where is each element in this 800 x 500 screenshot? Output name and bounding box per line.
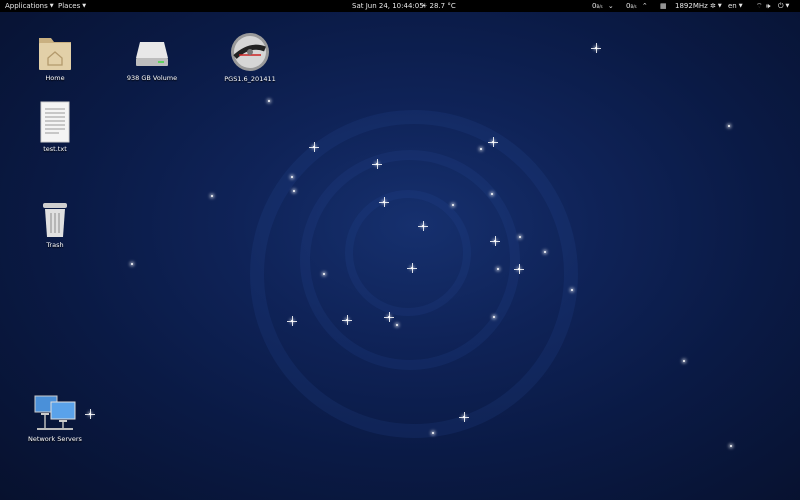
places-menu[interactable]: Places ▼ bbox=[58, 0, 86, 12]
desktop-icon-label: Trash bbox=[46, 241, 64, 249]
arrow-down-icon: ⌄ bbox=[607, 2, 614, 10]
power-menu[interactable]: ⏻ ▼ bbox=[778, 0, 789, 12]
top-panel: Applications ▼ Places ▼ Sat Jun 24, 10:44:… bbox=[0, 0, 800, 12]
places-label: Places bbox=[58, 2, 81, 10]
net-download-indicator[interactable]: 0B/s ⌄ bbox=[592, 0, 614, 13]
weather-temperature: 28.7 °C bbox=[429, 2, 456, 10]
language-selector[interactable]: en ▼ bbox=[728, 0, 743, 12]
drive-icon bbox=[136, 42, 168, 66]
chevron-down-icon: ▼ bbox=[49, 3, 54, 9]
desktop-icon-trash[interactable]: Trash bbox=[23, 201, 87, 249]
clock[interactable]: Sat Jun 24, 10:44:05 bbox=[352, 0, 424, 12]
power-icon: ⏻ bbox=[778, 2, 784, 10]
desktop-icon-label: Network Servers bbox=[28, 435, 82, 443]
chevron-down-icon: ▼ bbox=[717, 3, 722, 9]
chevron-down-icon: ▼ bbox=[82, 3, 87, 9]
arrow-up-icon: ⌃ bbox=[641, 2, 648, 10]
desktop-icon-label: test.txt bbox=[43, 145, 67, 153]
desktop-icon-label: Home bbox=[45, 74, 65, 82]
cpu-frequency-indicator[interactable]: 1892MHz ✲ ▼ bbox=[675, 0, 722, 12]
desktop-icon-network[interactable]: Network Servers bbox=[23, 393, 87, 443]
disc-icon bbox=[231, 33, 269, 71]
net-upload-unit: B/s bbox=[630, 4, 637, 9]
text-file-icon bbox=[40, 101, 70, 143]
desktop-icon-textfile[interactable]: test.txt bbox=[23, 101, 87, 153]
applications-label: Applications bbox=[5, 2, 48, 10]
chevron-down-icon: ▼ bbox=[785, 3, 790, 9]
volume-icon[interactable]: 🕪 bbox=[766, 0, 770, 12]
cpu-freq-icon: ✲ bbox=[710, 2, 716, 10]
desktop-icon-volume[interactable]: 938 GB Volume bbox=[120, 32, 184, 82]
net-download-unit: B/s bbox=[596, 4, 603, 9]
language-label: en bbox=[728, 2, 737, 10]
desktop-icon-home[interactable]: Home bbox=[23, 32, 87, 82]
desktop-icon-label: 938 GB Volume bbox=[126, 74, 178, 82]
desktop-icon-disc[interactable]: PGS1.6_201411 bbox=[218, 31, 282, 83]
chevron-down-icon: ▼ bbox=[738, 3, 743, 9]
trash-icon bbox=[43, 203, 67, 237]
network-icon bbox=[34, 395, 76, 430]
cpu-frequency-value: 1892MHz bbox=[675, 2, 708, 10]
wallpaper-swirl bbox=[345, 190, 471, 316]
cpu-graph-icon[interactable]: ▦ bbox=[660, 0, 667, 12]
folder-home-icon bbox=[39, 38, 71, 70]
wifi-icon[interactable]: ⌔ bbox=[756, 0, 763, 12]
weather-indicator[interactable]: ☀ 28.7 °C bbox=[421, 0, 456, 12]
desktop-icon-label: PGS1.6_201411 bbox=[224, 75, 276, 83]
applications-menu[interactable]: Applications ▼ bbox=[5, 0, 54, 12]
sun-icon: ☀ bbox=[421, 2, 428, 10]
net-upload-indicator[interactable]: 0B/s ⌃ bbox=[626, 0, 648, 13]
